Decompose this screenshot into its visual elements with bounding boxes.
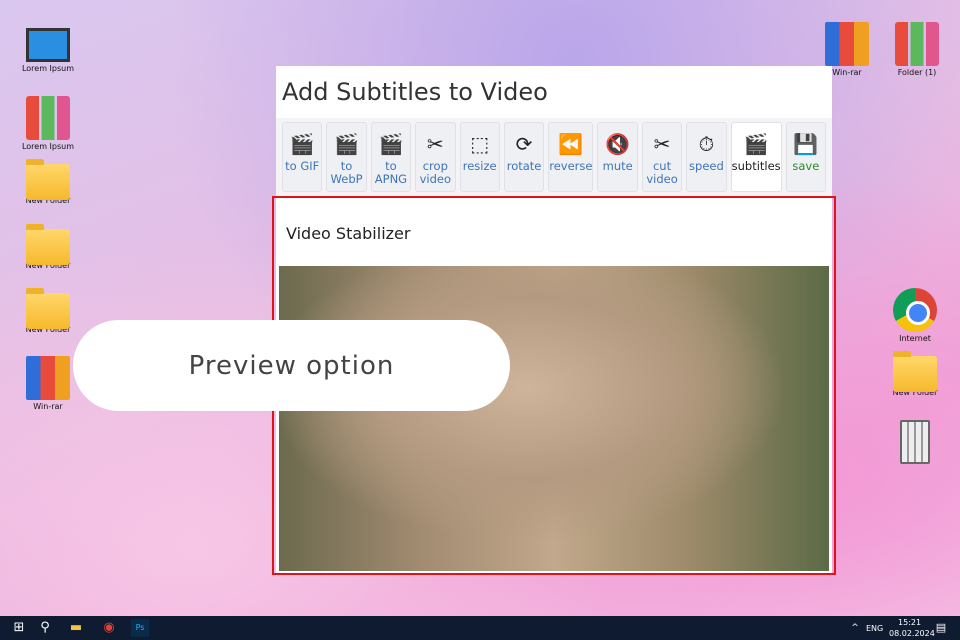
to-webp-button[interactable]: 🎬 to WebP	[326, 122, 367, 192]
desktop-icon-folder-1[interactable]: Folder (1)	[882, 22, 952, 77]
crop-icon: ✂	[426, 132, 444, 156]
windows-start-icon[interactable]: ⊞	[10, 619, 28, 637]
button-label: to GIF	[285, 159, 320, 173]
taskbar: ⊞ ⚲ ▬ ◉ Ps ^ ENG 15:21 08.02.2024 ▤	[0, 616, 960, 640]
button-label: save	[792, 159, 820, 173]
photoshop-icon[interactable]: Ps	[131, 619, 149, 637]
desktop-icon-new-folder-2[interactable]: New Folder	[13, 223, 83, 270]
folder-icon	[26, 224, 70, 265]
clock-time[interactable]: 15:21	[898, 618, 921, 627]
button-label: resize	[462, 159, 497, 173]
computer-icon	[26, 28, 70, 62]
chevron-up-icon[interactable]: ^	[846, 619, 864, 637]
toolbar: 🎬 to GIF 🎬 to WebP 🎬 to APNG ✂ crop video ⬚ resize ⟳ r…	[276, 118, 832, 196]
button-label: subtitles	[731, 159, 781, 173]
desktop-icon-internet[interactable]: Internet	[880, 288, 950, 343]
to-gif-button[interactable]: 🎬 to GIF	[282, 122, 323, 192]
button-label: rotate	[506, 159, 542, 173]
callout-label: Preview option	[73, 320, 510, 411]
folder-icon	[26, 288, 70, 329]
icon-label: Folder (1)	[897, 68, 937, 77]
subtitles-icon: 🎬	[743, 132, 769, 156]
chrome-icon	[893, 288, 937, 332]
page-title: Add Subtitles to Video	[282, 78, 548, 106]
folder-icon	[26, 159, 70, 200]
binder-icon	[26, 96, 70, 140]
desktop-icon-lorem-ipsum[interactable]: Lorem Ipsum	[13, 28, 83, 73]
button-label: speed	[689, 159, 724, 173]
desktop-icon-lorem-ipsum-2[interactable]: Lorem Ipsum	[13, 96, 83, 151]
rewind-icon: ⏪	[558, 132, 584, 156]
button-label: WebP	[330, 172, 363, 186]
clapperboard-icon: 🎬	[289, 132, 315, 156]
trash-icon	[900, 420, 930, 464]
scissors-icon: ✂	[653, 132, 671, 156]
rotate-icon: ⟳	[515, 132, 533, 156]
to-apng-button[interactable]: 🎬 to APNG	[370, 122, 412, 192]
floppy-disk-icon: 💾	[793, 132, 819, 156]
cut-video-button[interactable]: ✂ cut video	[641, 122, 683, 192]
resize-button[interactable]: ⬚ resize	[459, 122, 500, 192]
resize-icon: ⬚	[470, 132, 490, 156]
winrar-icon	[26, 356, 70, 400]
clapperboard-icon: 🎬	[334, 132, 360, 156]
mute-button[interactable]: 🔇 mute	[597, 122, 638, 192]
chrome-taskbar-icon[interactable]: ◉	[100, 619, 118, 637]
notification-icon[interactable]: ▤	[932, 619, 950, 637]
stopwatch-icon: ⏱	[698, 132, 715, 156]
save-button[interactable]: 💾 save	[785, 122, 827, 192]
reverse-button[interactable]: ⏪ reverse	[548, 122, 594, 192]
file-explorer-icon[interactable]: ▬	[67, 619, 85, 637]
button-label: mute	[602, 159, 633, 173]
icon-label: Win-rar	[832, 68, 862, 77]
icon-label: Internet	[899, 334, 931, 343]
video-preview[interactable]	[279, 266, 829, 571]
binder-icon	[895, 22, 939, 66]
folder-icon	[893, 351, 937, 392]
button-label: reverse	[549, 159, 593, 173]
subtitles-button[interactable]: 🎬 subtitles	[730, 122, 782, 192]
icon-label: Lorem Ipsum	[21, 142, 75, 151]
mute-icon: 🔇	[605, 132, 631, 156]
clock-date[interactable]: 08.02.2024	[889, 629, 935, 638]
button-label: video	[646, 172, 678, 186]
clapperboard-icon: 🎬	[378, 132, 404, 156]
desktop-icon-new-folder-3[interactable]: New Folder	[13, 287, 83, 334]
desktop-icon-new-folder[interactable]: New Folder	[13, 158, 83, 205]
speed-button[interactable]: ⏱ speed	[686, 122, 727, 192]
section-title: Video Stabilizer	[286, 224, 411, 243]
winrar-icon	[825, 22, 869, 66]
language-indicator[interactable]: ENG	[866, 624, 883, 633]
icon-label: Lorem Ipsum	[21, 64, 75, 73]
crop-video-button[interactable]: ✂ crop video	[415, 122, 456, 192]
search-icon[interactable]: ⚲	[36, 619, 54, 637]
desktop-icon-recycle-bin[interactable]	[880, 420, 950, 466]
button-label: APNG	[374, 172, 408, 186]
desktop-icon-new-folder-right[interactable]: New Folder	[880, 350, 950, 397]
button-label: video	[419, 172, 452, 186]
rotate-button[interactable]: ⟳ rotate	[503, 122, 545, 192]
icon-label: Win-rar	[33, 402, 63, 411]
